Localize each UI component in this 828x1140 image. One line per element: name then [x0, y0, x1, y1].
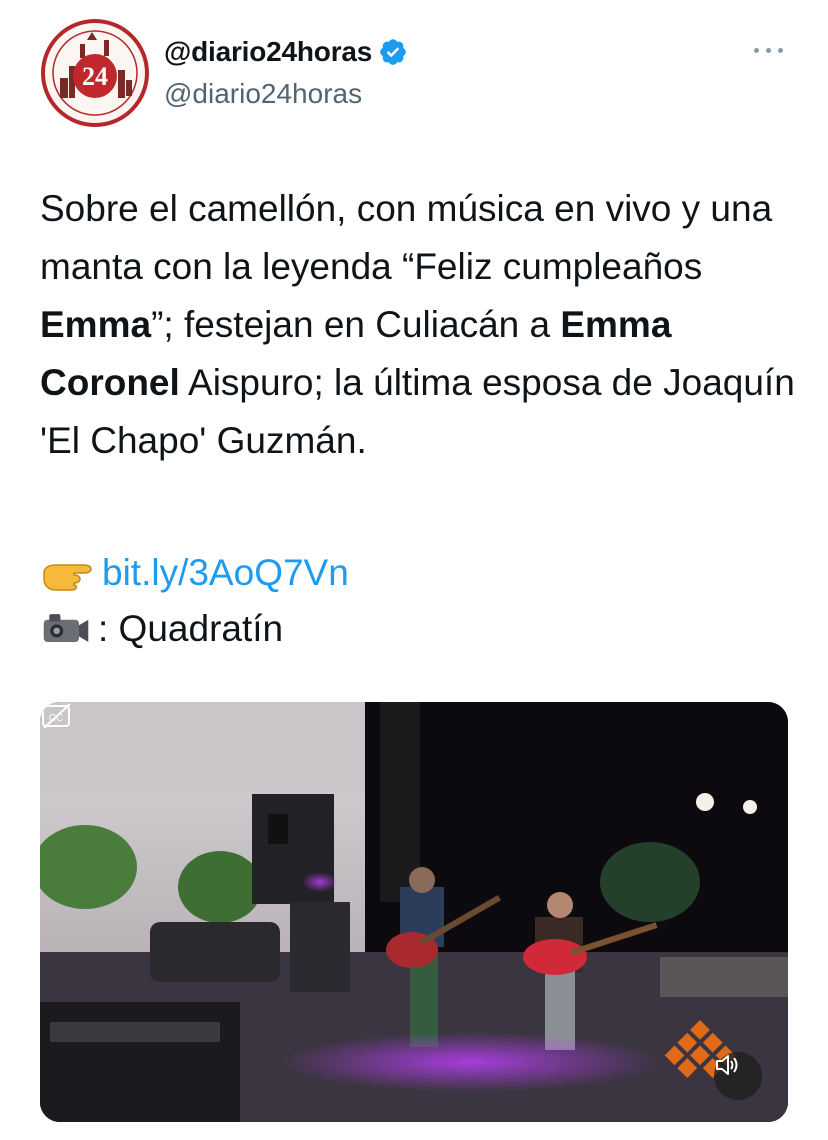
speaker-icon: [716, 1055, 738, 1075]
pointing-hand-icon: [43, 564, 92, 591]
author-handle[interactable]: @diario24horas: [164, 78, 362, 110]
video-player[interactable]: CC: [40, 702, 788, 1122]
video-frame: [40, 702, 788, 1122]
tweet-header: 24 @diario24horas @diario24horas: [0, 0, 828, 140]
svg-text:24: 24: [82, 62, 108, 91]
tweet-text-bold: Emma: [40, 304, 152, 345]
avatar[interactable]: 24: [40, 18, 150, 128]
closed-captions-off-icon[interactable]: CC: [40, 702, 74, 730]
tweet-text-segment: ”; festejan en Culiacán a: [151, 304, 561, 345]
verified-badge-icon: [380, 39, 406, 65]
credit-text: : Quadratín: [98, 608, 284, 649]
volume-muted-icon[interactable]: [714, 1052, 762, 1100]
link-row: bit.ly/3AoQ7Vn: [40, 546, 349, 600]
author-name-row: @diario24horas: [164, 36, 408, 68]
tweet-link[interactable]: bit.ly/3AoQ7Vn: [102, 546, 349, 600]
diario24-logo-icon: 24: [41, 19, 149, 127]
tweet-text-segment: Sobre el camellón, con música en vivo y …: [40, 188, 773, 287]
credit-row: : Quadratín: [40, 602, 283, 656]
tweet-text: Sobre el camellón, con música en vivo y …: [40, 180, 800, 470]
author-display-name[interactable]: @diario24horas: [164, 36, 372, 68]
video-camera-icon: [43, 614, 89, 642]
more-options-icon[interactable]: [752, 40, 786, 60]
